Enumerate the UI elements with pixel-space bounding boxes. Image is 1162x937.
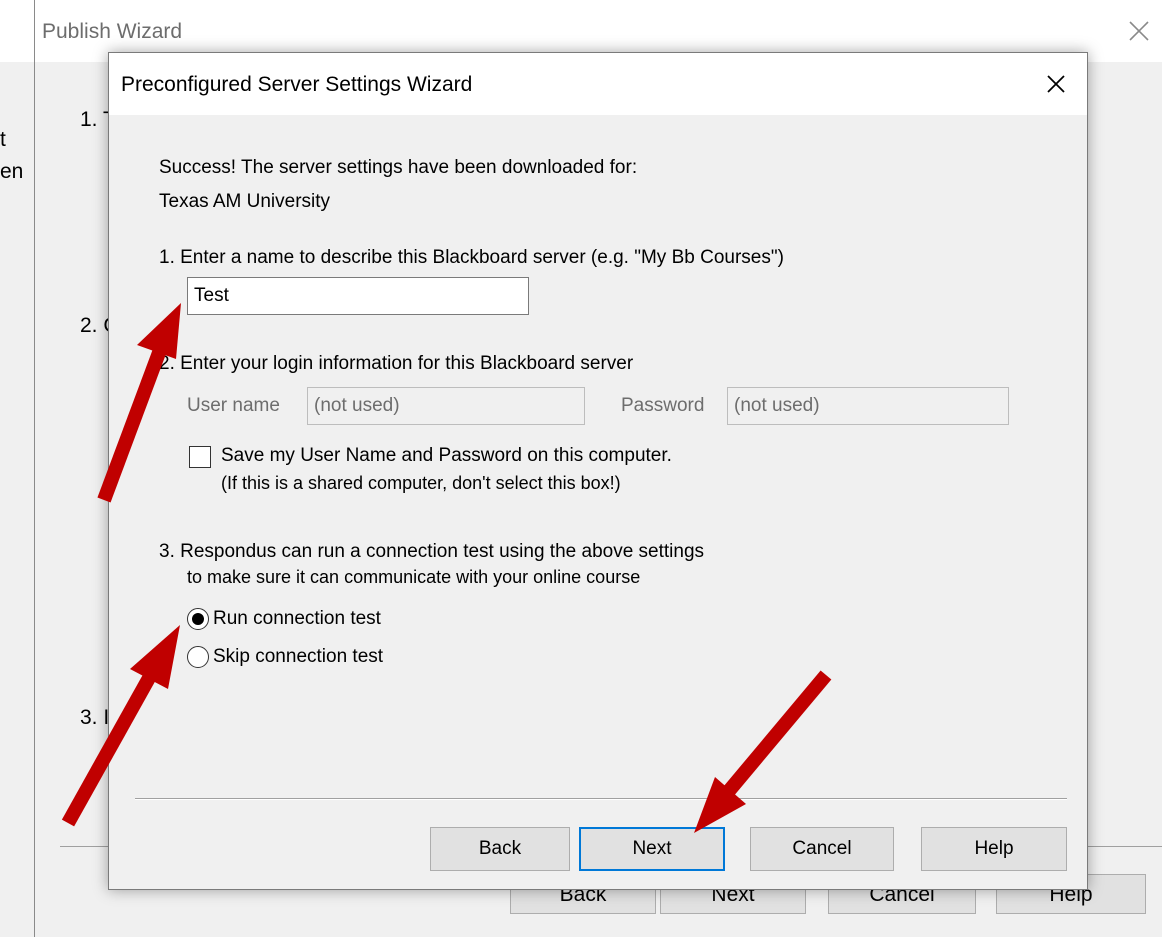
parent-text-fragment: en — [0, 160, 24, 183]
step3-sublabel: to make sure it can communicate with you… — [187, 567, 641, 587]
save-credentials-warning: (If this is a shared computer, don't sel… — [221, 473, 621, 493]
password-label: Password — [621, 395, 705, 416]
cancel-button[interactable]: Cancel — [750, 827, 894, 871]
save-credentials-label: Save my User Name and Password on this c… — [221, 445, 672, 466]
parent-step3-fragment: 3. I — [80, 706, 110, 729]
back-button[interactable]: Back — [430, 827, 570, 871]
next-button[interactable]: Next — [579, 827, 725, 871]
password-field[interactable] — [727, 387, 1009, 425]
dialog-titlebar: Preconfigured Server Settings Wizard — [109, 53, 1087, 115]
step2-label: 2. Enter your login information for this… — [159, 353, 634, 374]
dialog-separator-highlight — [135, 799, 1067, 800]
server-name-input[interactable] — [187, 277, 529, 315]
close-icon[interactable] — [1126, 18, 1152, 44]
server-settings-dialog: Preconfigured Server Settings Wizard Suc… — [108, 52, 1088, 890]
window-border — [34, 0, 35, 937]
username-field[interactable] — [307, 387, 585, 425]
run-connection-test-label[interactable]: Run connection test — [213, 608, 381, 630]
institution-name: Texas AM University — [159, 191, 331, 212]
skip-connection-test-label[interactable]: Skip connection test — [213, 646, 383, 668]
step1-label: 1. Enter a name to describe this Blackbo… — [159, 247, 784, 268]
parent-text-fragment: t — [0, 128, 6, 151]
username-label: User name — [187, 395, 280, 416]
dialog-title: Preconfigured Server Settings Wizard — [121, 73, 473, 96]
close-icon[interactable] — [1041, 69, 1071, 99]
run-connection-test-radio[interactable] — [187, 608, 209, 630]
publish-wizard-title: Publish Wizard — [42, 20, 183, 43]
success-message: Success! The server settings have been d… — [159, 157, 638, 178]
skip-connection-test-radio[interactable] — [187, 646, 209, 668]
step3-label: 3. Respondus can run a connection test u… — [159, 541, 705, 562]
save-credentials-checkbox[interactable] — [189, 446, 211, 468]
help-button[interactable]: Help — [921, 827, 1067, 871]
